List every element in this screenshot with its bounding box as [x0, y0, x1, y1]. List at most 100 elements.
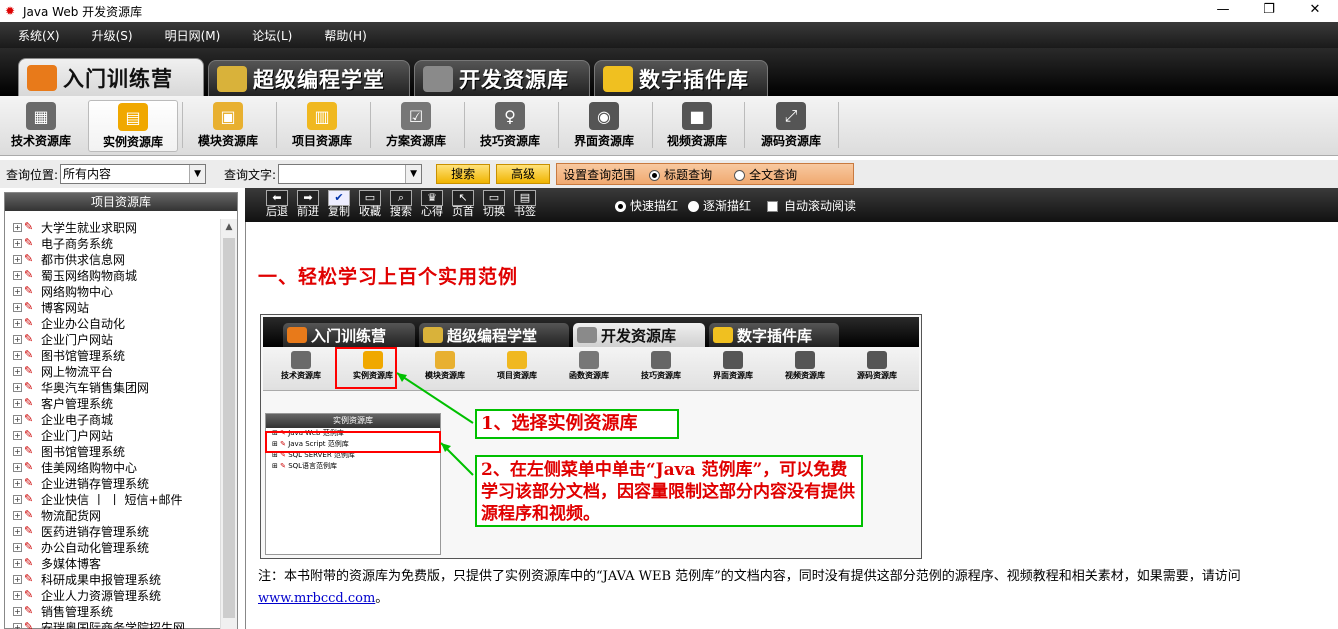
title-query-option[interactable]: 标题查询: [649, 166, 712, 183]
tree-item[interactable]: + ✎ 企业人力资源管理系统: [5, 587, 221, 603]
tree-item[interactable]: + ✎ 都市供求信息网: [5, 251, 221, 267]
house-icon: [287, 327, 307, 343]
menu-system[interactable]: 系统(X): [18, 27, 60, 44]
expand-icon[interactable]: +: [13, 334, 22, 344]
bookmark-button[interactable]: ▤ 书签: [511, 190, 539, 220]
example-library-button[interactable]: ▤ 实例资源库: [88, 100, 178, 152]
keyboard-icon: [423, 327, 443, 343]
expand-icon[interactable]: +: [13, 270, 22, 280]
expand-icon[interactable]: +: [13, 606, 22, 616]
expand-icon[interactable]: +: [13, 622, 22, 629]
expand-icon[interactable]: +: [13, 446, 22, 456]
tree-item[interactable]: + ✎ 博客网站: [5, 299, 221, 315]
search-button[interactable]: 搜索: [436, 164, 491, 184]
favorite-button[interactable]: ▭ 收藏: [356, 190, 384, 220]
expand-icon[interactable]: +: [13, 302, 22, 312]
top-button[interactable]: ↖ 页首: [449, 190, 477, 220]
tree-item[interactable]: + ✎ 企业进销存管理系统: [5, 475, 221, 491]
back-button[interactable]: ⬅ 后退: [263, 190, 291, 220]
expand-icon[interactable]: +: [13, 526, 22, 536]
tab-dev-library[interactable]: 开发资源库: [414, 60, 590, 96]
tree-item[interactable]: + ✎ 企业电子商城: [5, 411, 221, 427]
switch-button[interactable]: ▭ 切换: [480, 190, 508, 220]
scroll-thumb[interactable]: [223, 238, 235, 618]
video-library-button[interactable]: ■ 视频资源库: [652, 100, 742, 152]
tips-library-button[interactable]: ♀ 技巧资源库: [465, 100, 555, 152]
tree-item[interactable]: + ✎ 电子商务系统: [5, 235, 221, 251]
query-text-input[interactable]: ▼: [278, 164, 423, 184]
tree-item[interactable]: + ✎ 销售管理系统: [5, 603, 221, 619]
tree-item[interactable]: + ✎ 图书馆管理系统: [5, 347, 221, 363]
tree-item[interactable]: + ✎ 物流配货网: [5, 507, 221, 523]
auto-scroll-option[interactable]: 自动滚动阅读: [767, 197, 856, 214]
tree-item[interactable]: + ✎ 网络购物中心: [5, 283, 221, 299]
forward-button[interactable]: ➡ 前进: [294, 190, 322, 220]
website-link[interactable]: www.mrbccd.com: [258, 591, 375, 606]
expand-icon[interactable]: +: [13, 494, 22, 504]
copy-button[interactable]: ✔ 复制: [325, 190, 353, 220]
gradual-mark-option[interactable]: 逐渐描红: [688, 197, 751, 214]
ui-library-button[interactable]: ◉ 界面资源库: [559, 100, 649, 152]
menu-upgrade[interactable]: 升级(S): [92, 27, 133, 44]
maximize-button[interactable]: ❐: [1246, 0, 1292, 22]
tree-item[interactable]: + ✎ 办公自动化管理系统: [5, 539, 221, 555]
tree-item[interactable]: + ✎ 科研成果申报管理系统: [5, 571, 221, 587]
expand-icon[interactable]: +: [13, 542, 22, 552]
expand-icon[interactable]: +: [13, 462, 22, 472]
close-button[interactable]: ✕: [1292, 0, 1338, 22]
button-label: 项目资源库: [291, 134, 352, 148]
expand-icon[interactable]: +: [13, 510, 22, 520]
expand-icon[interactable]: +: [13, 414, 22, 424]
expand-icon[interactable]: +: [13, 222, 22, 232]
tree-item[interactable]: + ✎ 佳美网络购物中心: [5, 459, 221, 475]
scroll-up-icon[interactable]: ▲: [221, 219, 237, 236]
menu-help[interactable]: 帮助(H): [324, 27, 366, 44]
tech-library-button[interactable]: ▦ 技术资源库: [0, 100, 86, 152]
module-library-button[interactable]: ▣ 模块资源库: [183, 100, 273, 152]
expand-icon[interactable]: +: [13, 366, 22, 376]
tree-item[interactable]: + ✎ 客户管理系统: [5, 395, 221, 411]
tree-item[interactable]: + ✎ 医药进销存管理系统: [5, 523, 221, 539]
menu-forum[interactable]: 论坛(L): [252, 27, 292, 44]
tab-programming-school[interactable]: 超级编程学堂: [208, 60, 410, 96]
minimize-button[interactable]: —: [1200, 0, 1246, 22]
tree-item[interactable]: + ✎ 多媒体博客: [5, 555, 221, 571]
expand-icon[interactable]: +: [13, 254, 22, 264]
expand-icon[interactable]: +: [13, 318, 22, 328]
tree-item[interactable]: + ✎ 企业快信 丨 丨 短信+邮件: [5, 491, 221, 507]
tree-label: 销售管理系统: [41, 604, 114, 619]
tree-item[interactable]: + ✎ 大学生就业求职网: [5, 219, 221, 235]
source-library-button[interactable]: ⤢ 源码资源库: [746, 100, 836, 152]
fulltext-query-option[interactable]: 全文查询: [734, 166, 797, 183]
search-button[interactable]: ⌕ 搜索: [387, 190, 415, 220]
tab-plugin-library[interactable]: 数字插件库: [594, 60, 768, 96]
query-position-select[interactable]: 所有内容 ▼: [60, 164, 207, 184]
advanced-button[interactable]: 高级: [496, 164, 551, 184]
tree-item[interactable]: + ✎ 企业门户网站: [5, 331, 221, 347]
tree-item[interactable]: + ✎ 华奥汽车销售集团网: [5, 379, 221, 395]
tree-item[interactable]: + ✎ 安瑞奥国际商务学院招生网: [5, 619, 221, 629]
expand-icon[interactable]: +: [13, 286, 22, 296]
expand-icon[interactable]: +: [13, 558, 22, 568]
tree-scrollbar[interactable]: ▲: [220, 219, 237, 629]
solution-library-button[interactable]: ☑ 方案资源库: [371, 100, 461, 152]
menu-mingri[interactable]: 明日网(M): [165, 27, 221, 44]
expand-icon[interactable]: +: [13, 590, 22, 600]
expand-icon[interactable]: +: [13, 382, 22, 392]
tab-beginner[interactable]: 入门训练营: [18, 58, 204, 96]
expand-icon[interactable]: +: [13, 350, 22, 360]
project-library-button[interactable]: ▥ 项目资源库: [277, 100, 367, 152]
expand-icon[interactable]: +: [13, 478, 22, 488]
tree-item[interactable]: + ✎ 蜀玉网络购物商城: [5, 267, 221, 283]
tree-item[interactable]: + ✎ 网上物流平台: [5, 363, 221, 379]
tree-item[interactable]: + ✎ 企业门户网站: [5, 427, 221, 443]
notes-button[interactable]: ♛ 心得: [418, 190, 446, 220]
tree-item[interactable]: + ✎ 图书馆管理系统: [5, 443, 221, 459]
expand-icon[interactable]: +: [13, 238, 22, 248]
expand-icon[interactable]: +: [13, 398, 22, 408]
fast-mark-option[interactable]: 快速描红: [615, 197, 678, 214]
section-heading: 一、轻松学习上百个实用范例: [258, 266, 519, 288]
tree-item[interactable]: + ✎ 企业办公自动化: [5, 315, 221, 331]
expand-icon[interactable]: +: [13, 574, 22, 584]
expand-icon[interactable]: +: [13, 430, 22, 440]
